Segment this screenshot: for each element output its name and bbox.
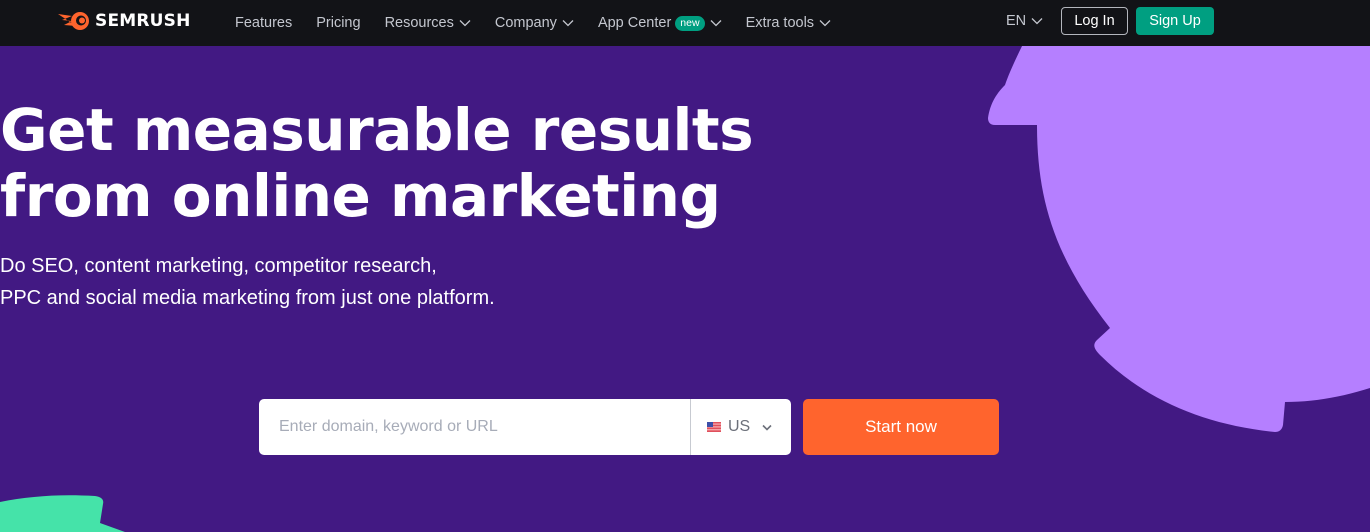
start-now-button[interactable]: Start now xyxy=(803,399,999,455)
country-label: US xyxy=(728,418,751,435)
decorative-purple-shape xyxy=(988,30,1370,432)
chevron-down-icon xyxy=(762,424,772,431)
semrush-comet-icon xyxy=(58,12,89,30)
nav-extra-tools[interactable]: Extra tools xyxy=(746,15,832,31)
semrush-logo[interactable]: SEMRUSH xyxy=(58,11,191,31)
login-button[interactable]: Log In xyxy=(1061,7,1128,35)
new-badge: new xyxy=(675,15,705,31)
language-selector[interactable]: EN xyxy=(1006,13,1043,29)
chevron-down-icon xyxy=(1031,18,1043,25)
hero-subtitle: Do SEO, content marketing, competitor re… xyxy=(0,250,1260,314)
chevron-down-icon xyxy=(710,20,722,27)
us-flag-icon xyxy=(707,422,721,432)
decorative-green-shape xyxy=(0,495,125,532)
nav-features[interactable]: Features xyxy=(235,15,292,31)
hero-subtitle-line-2: PPC and social media marketing from just… xyxy=(0,287,495,309)
nav-company[interactable]: Company xyxy=(495,15,574,31)
nav-pricing[interactable]: Pricing xyxy=(316,15,360,31)
nav-label: Pricing xyxy=(316,15,361,31)
nav-label: Resources xyxy=(384,15,454,31)
chevron-down-icon xyxy=(819,20,831,27)
hero-subtitle-line-1: Do SEO, content marketing, competitor re… xyxy=(0,255,437,277)
search-bar: US xyxy=(259,399,791,455)
language-label: EN xyxy=(1006,13,1027,29)
nav-app-center[interactable]: App Center new xyxy=(598,15,722,31)
nav-label: Company xyxy=(494,15,557,31)
nav-label: App Center xyxy=(597,15,672,31)
country-selector[interactable]: US xyxy=(690,399,791,455)
main-nav: Features Pricing Resources Company App C… xyxy=(235,0,855,46)
logo-text: SEMRUSH xyxy=(95,11,191,31)
nav-label: Features xyxy=(235,15,293,31)
domain-search-input[interactable] xyxy=(259,399,690,455)
chevron-down-icon xyxy=(562,20,574,27)
nav-label: Extra tools xyxy=(745,15,815,31)
nav-resources[interactable]: Resources xyxy=(385,15,471,31)
top-navigation-bar: SEMRUSH Features Pricing Resources Compa… xyxy=(0,0,1370,46)
signup-button[interactable]: Sign Up xyxy=(1136,7,1214,35)
chevron-down-icon xyxy=(459,20,471,27)
